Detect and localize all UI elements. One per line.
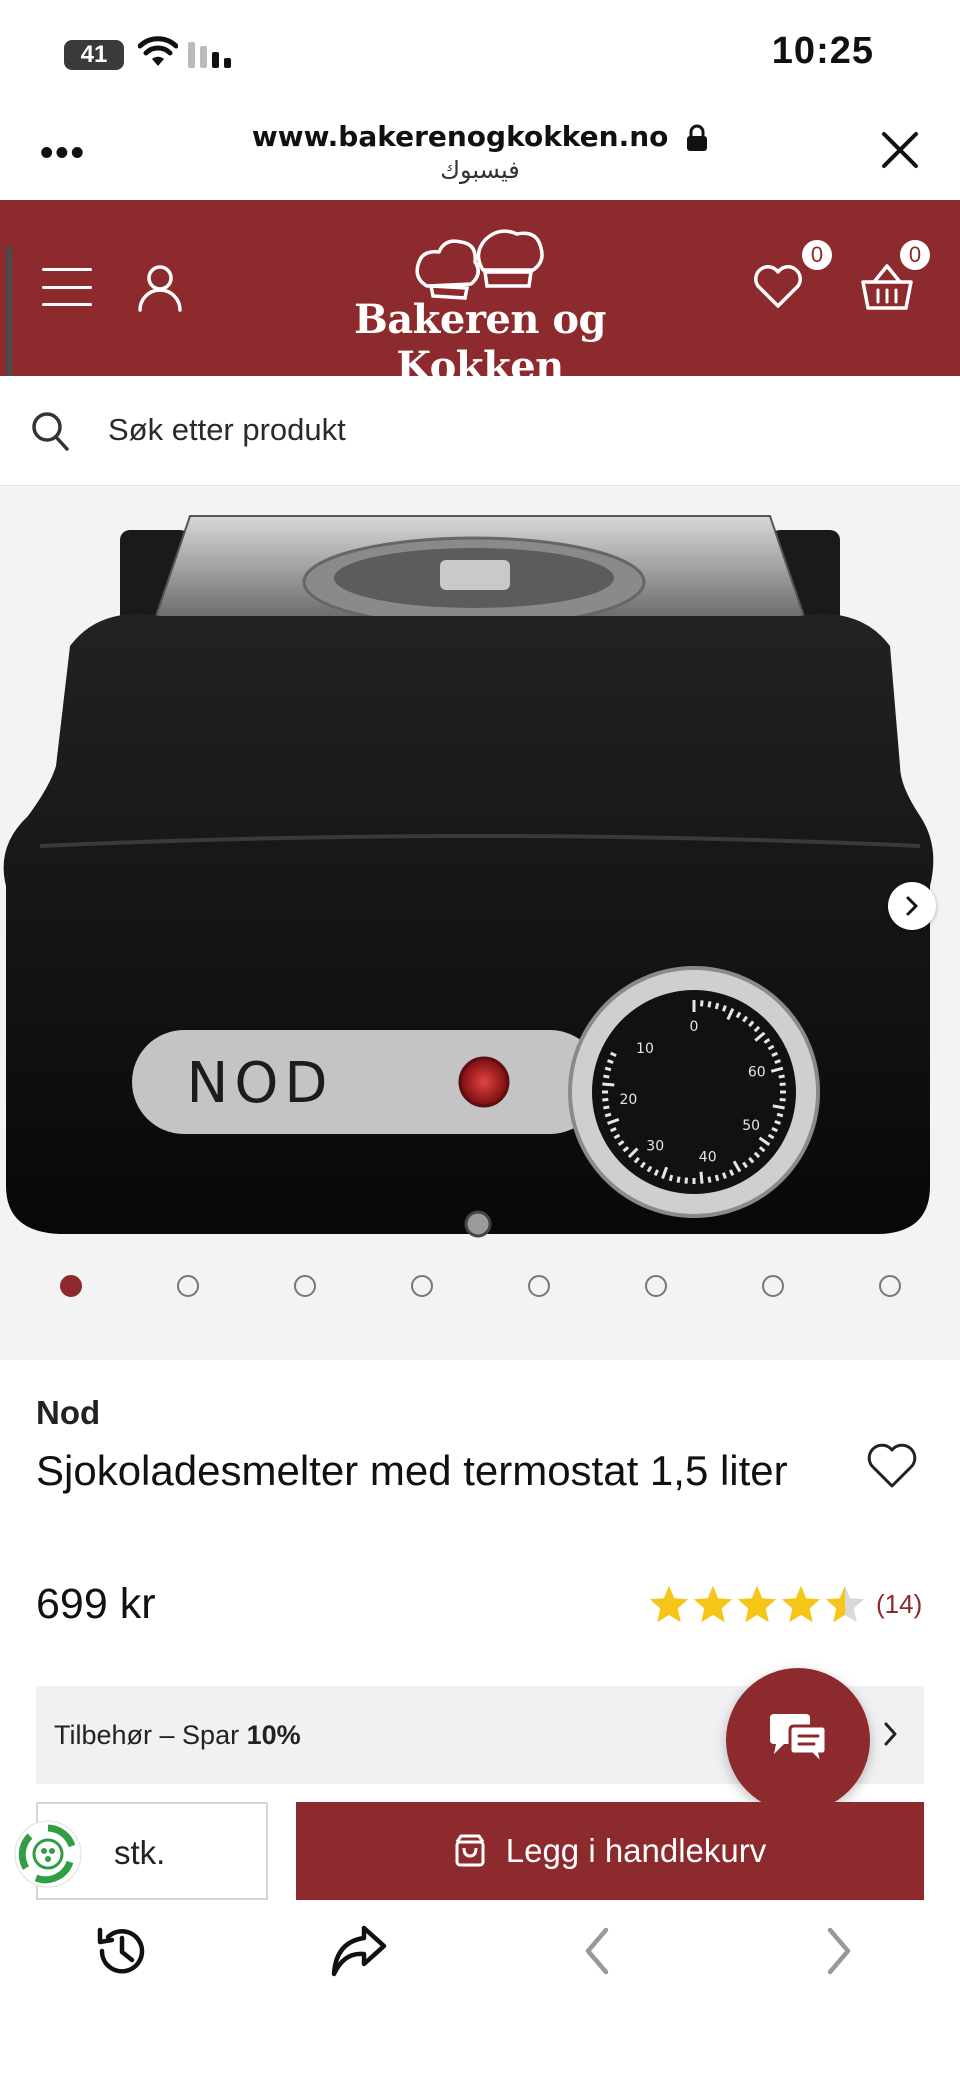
product-price: 699 kr xyxy=(36,1580,156,1628)
dial-tick xyxy=(774,1059,781,1064)
product-gallery[interactable]: NOD 0 10 20 30 40 50 60 xyxy=(0,486,960,1360)
chef-hats-icon xyxy=(415,229,544,300)
menu-icon[interactable] xyxy=(42,268,92,306)
dial-tick xyxy=(779,1098,786,1102)
accessory-discount: 10% xyxy=(246,1720,301,1750)
gallery-dot[interactable] xyxy=(879,1275,901,1297)
address-bar[interactable]: www.bakerenogkokken.no xyxy=(0,120,960,153)
dial-tick xyxy=(603,1074,610,1079)
dial-tick xyxy=(668,1174,674,1182)
status-time: 10:25 xyxy=(771,30,874,72)
dial-tick xyxy=(700,1000,704,1007)
battery-icon: 41 xyxy=(64,40,124,70)
dial-number: 50 xyxy=(742,1118,760,1134)
dial-number: 60 xyxy=(748,1065,766,1081)
browser-subtitle: فيسبوك xyxy=(440,157,520,184)
browser-bar: ••• www.bakerenogkokken.no فيسبوك xyxy=(0,108,960,200)
accessory-text: Tilbehør – Spar 10% xyxy=(54,1720,301,1750)
dial-tick xyxy=(684,1177,688,1184)
search-bar xyxy=(0,376,960,486)
add-to-cart-button[interactable]: Legg i handlekurv xyxy=(296,1802,924,1900)
cart-count-badge: 0 xyxy=(898,238,932,272)
gallery-dot[interactable] xyxy=(762,1275,784,1297)
next-image-button[interactable] xyxy=(888,882,936,930)
star-icon xyxy=(649,1585,689,1623)
signal-icon xyxy=(188,42,231,68)
status-bar: 41 10:25 xyxy=(0,0,960,108)
star-icon xyxy=(781,1585,821,1623)
review-count[interactable]: (14) xyxy=(876,1589,922,1620)
gallery-dot[interactable] xyxy=(645,1275,667,1297)
dial-tick xyxy=(772,1104,785,1110)
search-icon[interactable] xyxy=(30,410,70,452)
shopping-bag-icon xyxy=(455,1834,485,1867)
dial-tick xyxy=(602,1082,615,1087)
product-image: NOD 0 10 20 30 40 50 60 xyxy=(3,515,934,1238)
lock-icon xyxy=(687,124,708,151)
dial-tick xyxy=(779,1082,786,1086)
dial-tick xyxy=(714,1002,720,1010)
dial-tick xyxy=(778,1074,785,1079)
dial-tick xyxy=(676,1176,681,1183)
product-title: Sjokoladesmelter med termostat 1,5 liter xyxy=(36,1447,788,1494)
gallery-dot[interactable] xyxy=(60,1275,82,1297)
dial-tick xyxy=(603,1105,610,1110)
wishlist-icon[interactable] xyxy=(752,264,804,310)
wishlist-count-badge: 0 xyxy=(800,238,834,272)
site-logo[interactable]: Bakeren og Kokken xyxy=(300,226,660,390)
dial-number: 0 xyxy=(690,1019,699,1035)
gallery-dot[interactable] xyxy=(411,1275,433,1297)
share-icon[interactable] xyxy=(330,1922,388,1980)
dial-tick xyxy=(722,1005,727,1012)
brand-plate-text: NOD xyxy=(186,1051,333,1116)
forward-icon[interactable] xyxy=(820,1922,856,1980)
quantity-unit-label: stk. xyxy=(114,1834,166,1871)
dial-tick xyxy=(722,1172,727,1179)
add-to-wishlist-icon[interactable] xyxy=(866,1442,918,1490)
chat-button[interactable] xyxy=(726,1668,870,1812)
close-icon[interactable] xyxy=(880,130,920,170)
wifi-icon xyxy=(138,36,178,66)
dial-tick xyxy=(714,1174,720,1182)
recycle-icon[interactable] xyxy=(12,1818,84,1890)
chevron-right-icon xyxy=(906,896,918,916)
site-header: Bakeren og Kokken 0 0 xyxy=(0,200,960,390)
dial-tick xyxy=(707,1001,712,1008)
gallery-dot[interactable] xyxy=(294,1275,316,1297)
back-icon[interactable] xyxy=(580,1922,616,1980)
chevron-right-icon xyxy=(884,1722,897,1746)
dial-tick xyxy=(604,1112,612,1118)
dial-number: 30 xyxy=(646,1138,664,1154)
add-to-cart-label: Legg i handlekurv xyxy=(505,1832,767,1869)
url-text: www.bakerenogkokken.no xyxy=(251,120,669,153)
chat-bubbles-icon xyxy=(770,1714,828,1768)
dial-tick xyxy=(774,1120,781,1125)
dial-number: 10 xyxy=(636,1041,654,1057)
dial-tick xyxy=(602,1098,609,1102)
dial-number: 20 xyxy=(619,1092,637,1108)
dial-tick xyxy=(699,1171,704,1184)
user-icon[interactable] xyxy=(136,262,184,312)
dial-tick xyxy=(604,1066,612,1072)
history-icon[interactable] xyxy=(92,1922,150,1980)
dial-tick xyxy=(707,1176,712,1183)
product-brand[interactable]: Nod xyxy=(36,1394,100,1432)
gallery-pagination xyxy=(0,1266,960,1306)
gallery-dot[interactable] xyxy=(528,1275,550,1297)
gallery-dot[interactable] xyxy=(177,1275,199,1297)
star-icon xyxy=(693,1585,733,1623)
dial-tick xyxy=(607,1059,614,1064)
battery-level: 41 xyxy=(80,41,108,68)
browser-toolbar xyxy=(0,1900,960,2077)
star-icon xyxy=(825,1585,865,1623)
dial-number: 40 xyxy=(699,1150,717,1166)
star-icon xyxy=(737,1585,777,1623)
dial-tick xyxy=(776,1112,784,1118)
rating-stars[interactable]: (14) xyxy=(648,1584,922,1624)
search-input[interactable] xyxy=(108,406,888,454)
